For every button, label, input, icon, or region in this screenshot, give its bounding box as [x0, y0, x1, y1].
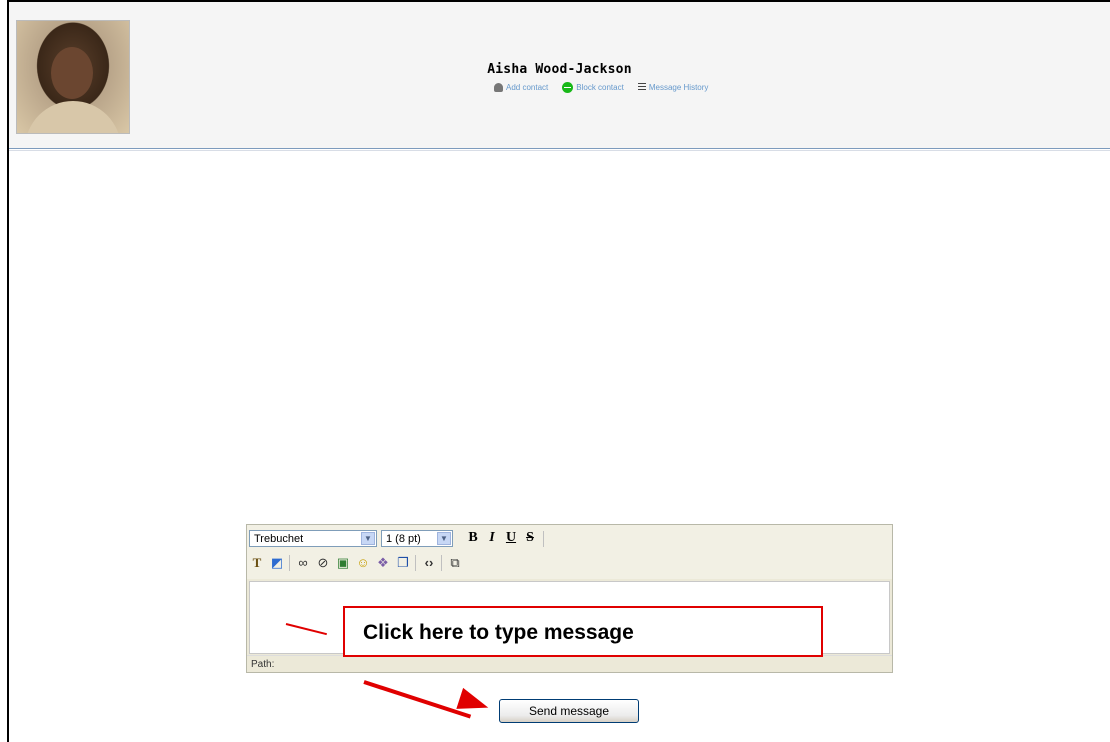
- toolbar-divider: [289, 555, 290, 571]
- person-icon: [494, 83, 503, 92]
- italic-button[interactable]: I: [484, 530, 500, 546]
- contact-name: Aisha Wood-Jackson: [487, 62, 632, 77]
- avatar: [16, 20, 130, 134]
- chevron-down-icon: ▼: [361, 532, 375, 545]
- background-color-icon[interactable]: ◩: [269, 555, 285, 571]
- block-contact-link[interactable]: Block contact: [562, 82, 624, 93]
- paste-word-icon[interactable]: ❐: [395, 555, 411, 571]
- toolbar-divider: [441, 555, 442, 571]
- unlink-icon[interactable]: ⊘: [315, 555, 331, 571]
- source-code-icon[interactable]: ‹›: [421, 555, 437, 571]
- type-message-callout: Click here to type message: [343, 606, 823, 657]
- font-size-value: 1 (8 pt): [386, 533, 421, 545]
- bold-button[interactable]: B: [465, 530, 481, 546]
- fullscreen-icon[interactable]: ⧉: [447, 555, 463, 571]
- chevron-down-icon: ▼: [437, 532, 451, 545]
- editor-path-bar: Path:: [247, 655, 892, 672]
- contact-actions: Add contact Block contact Message Histor…: [494, 82, 708, 93]
- font-size-select[interactable]: 1 (8 pt) ▼: [381, 530, 453, 547]
- history-icon: [637, 83, 646, 92]
- font-family-select[interactable]: Trebuchet ▼: [249, 530, 377, 547]
- toolbar-divider: [543, 531, 544, 547]
- text-color-icon[interactable]: T: [249, 555, 265, 571]
- underline-button[interactable]: U: [503, 530, 519, 546]
- insert-media-icon[interactable]: ❖: [375, 555, 391, 571]
- toolbar-divider: [415, 555, 416, 571]
- block-contact-label: Block contact: [576, 83, 624, 92]
- block-icon: [562, 82, 574, 93]
- add-contact-label: Add contact: [506, 83, 549, 92]
- strikethrough-button[interactable]: S: [522, 530, 538, 546]
- message-history-label: Message History: [648, 83, 709, 92]
- contact-header: Aisha Wood-Jackson Add contact Block con…: [9, 2, 1110, 149]
- send-message-button[interactable]: Send message: [499, 699, 639, 723]
- insert-link-icon[interactable]: ∞: [295, 555, 311, 571]
- callout-text: Click here to type message: [363, 621, 634, 644]
- emoticon-icon[interactable]: ☺: [355, 555, 371, 571]
- message-history-link[interactable]: Message History: [637, 83, 709, 92]
- header-divider: [9, 150, 1110, 151]
- font-family-value: Trebuchet: [254, 533, 304, 545]
- insert-image-icon[interactable]: ▣: [335, 555, 351, 571]
- editor-toolbar: Trebuchet ▼ 1 (8 pt) ▼ B I U S T ◩ ∞ ⊘ ▣…: [247, 525, 892, 579]
- add-contact-link[interactable]: Add contact: [494, 83, 548, 92]
